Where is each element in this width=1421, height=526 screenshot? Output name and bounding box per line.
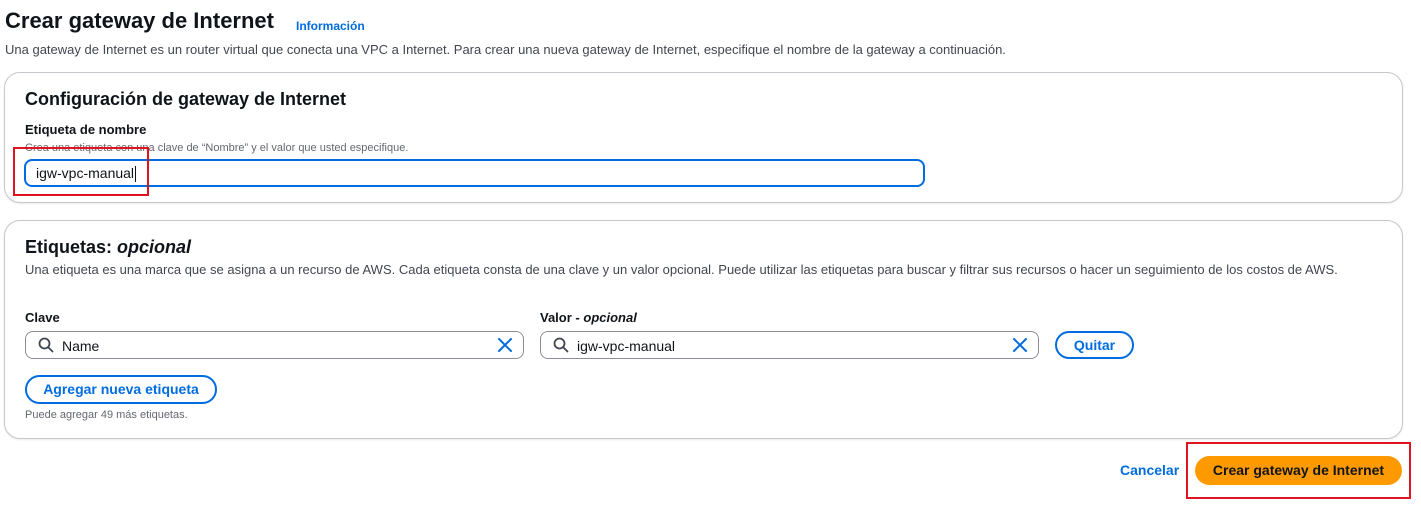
gateway-config-panel: Configuración de gateway de Internet Eti… — [4, 72, 1403, 203]
text-cursor — [135, 166, 137, 183]
tags-description: Una etiqueta es una marca que se asigna … — [25, 262, 1338, 277]
create-gateway-button[interactable]: Crear gateway de Internet — [1195, 456, 1402, 485]
tag-value-label-optional: opcional — [583, 310, 637, 325]
tag-limit-note: Puede agregar 49 más etiquetas. — [25, 409, 188, 421]
cancel-button[interactable]: Cancelar — [1120, 462, 1179, 478]
info-link[interactable]: Información — [296, 19, 365, 33]
tags-title-main: Etiquetas: — [25, 237, 113, 257]
create-internet-gateway-page: Crear gateway de Internet Información Un… — [0, 0, 1421, 526]
search-icon — [553, 337, 569, 353]
remove-tag-button[interactable]: Quitar — [1055, 331, 1134, 359]
tag-value-label: Valor - opcional — [540, 310, 637, 325]
page-title: Crear gateway de Internet — [5, 8, 274, 33]
page-description: Una gateway de Internet es un router vir… — [5, 42, 1006, 57]
close-icon[interactable] — [497, 337, 513, 353]
search-icon — [38, 337, 54, 353]
config-section-title: Configuración de gateway de Internet — [25, 89, 347, 109]
tag-key-label: Clave — [25, 310, 60, 325]
tags-section-title: Etiquetas: opcional — [25, 237, 191, 258]
name-tag-input[interactable]: igw-vpc-manual — [24, 159, 925, 187]
tags-title-optional: opcional — [117, 237, 192, 257]
tags-panel: Etiquetas: opcional Una etiqueta es una … — [4, 220, 1403, 439]
tag-value-value: igw-vpc-manual — [577, 338, 676, 354]
tag-key-value: Name — [62, 338, 100, 354]
name-tag-label: Etiqueta de nombre — [25, 122, 147, 137]
name-tag-input-value: igw-vpc-manual — [36, 165, 135, 181]
tag-key-input[interactable]: Name — [25, 331, 524, 359]
name-tag-hint: Crea una etiqueta con una clave de “Nomb… — [25, 142, 409, 154]
close-icon[interactable] — [1012, 337, 1028, 353]
add-tag-button[interactable]: Agregar nueva etiqueta — [25, 375, 217, 404]
tag-value-label-main: Valor - — [540, 310, 580, 325]
tag-value-input[interactable]: igw-vpc-manual — [540, 331, 1039, 359]
